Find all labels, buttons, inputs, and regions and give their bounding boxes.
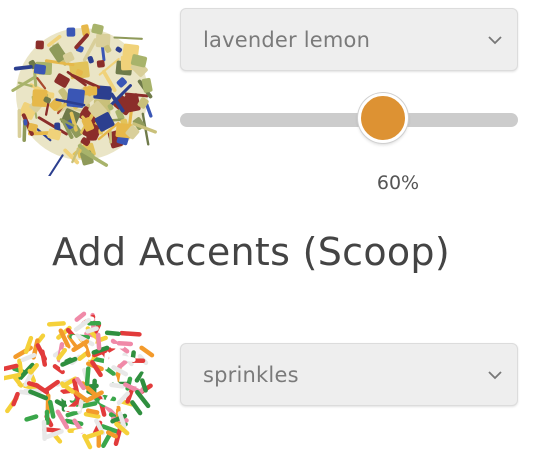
slider-value-label: 60% [376,172,420,194]
amount-slider[interactable] [180,93,518,143]
tea-blend-image [11,23,157,176]
slider-track[interactable] [180,113,518,127]
accents-heading: Add Accents (Scoop) [52,230,450,274]
sprinkles-image [4,311,155,450]
chevron-down-icon [488,35,502,44]
chevron-down-icon [488,370,502,379]
slider-handle[interactable] [357,93,408,143]
accent-select[interactable]: sprinkles [180,343,518,406]
accent-select-value: sprinkles [203,362,299,387]
blend-select[interactable]: lavender lemon [180,8,518,71]
blend-select-value: lavender lemon [203,27,371,52]
